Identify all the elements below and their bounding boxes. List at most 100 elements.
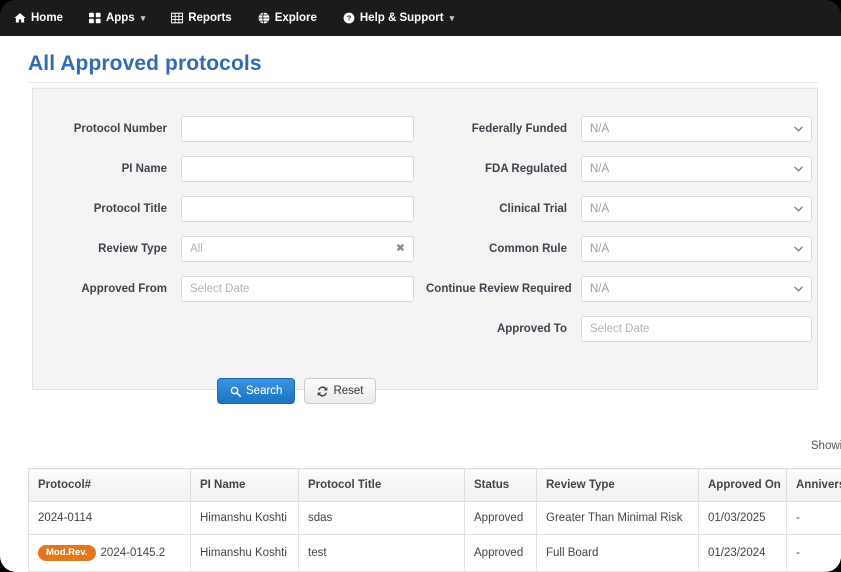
table-row[interactable]: 2024-0114 Himanshu Koshti sdas Approved … [28,500,841,536]
field-row-review-type: Review Type All ✖ [33,229,426,269]
label-clinical-trial: Clinical Trial [499,203,567,215]
table-row[interactable]: Mod.Rev. 2024-0145.2 Himanshu Koshti test… [28,534,841,572]
results-showing-row: Showing [0,440,841,452]
clinical-trial-value: N/A [590,203,610,215]
review-type-select[interactable]: All ✖ [181,236,414,262]
reset-button[interactable]: Reset [304,378,377,404]
top-navigation-bar: Home Apps ▾ Reports Explore ? Help & Sup… [0,0,841,36]
column-header-protocol[interactable]: Protocol# [28,468,191,502]
field-row-federally-funded: Federally Funded N/A [426,109,819,149]
results-table: Protocol# PI Name Protocol Title Status … [28,468,841,572]
nav-item-apps-label: Apps [105,12,135,24]
approved-to-date-input[interactable]: Select Date [581,316,812,342]
showing-count-text: Showing [810,440,841,452]
common-rule-value: N/A [590,243,610,255]
browser-window: Home Apps ▾ Reports Explore ? Help & Sup… [0,0,841,572]
column-header-approved-on[interactable]: Approved On [698,468,787,502]
nav-item-home[interactable]: Home [14,12,63,24]
field-row-pi-name: PI Name [33,149,426,189]
field-row-clinical-trial: Clinical Trial N/A [426,189,819,229]
label-fda-regulated: FDA Regulated [485,163,567,175]
continue-review-required-select[interactable]: N/A [581,276,812,302]
column-header-protocol-title[interactable]: Protocol Title [298,468,465,502]
label-pi-name: PI Name [121,163,167,175]
label-protocol-title: Protocol Title [93,203,167,215]
status-badge: Mod.Rev. [38,545,96,561]
column-header-review-type[interactable]: Review Type [536,468,699,502]
cell-review-type: Greater Than Minimal Risk [536,500,699,536]
page-content: All Approved protocols Protocol Number P… [0,36,841,572]
continue-review-required-value: N/A [590,283,610,295]
label-protocol-number: Protocol Number [73,123,167,135]
label-continue-review-required: Continue Review Required [426,283,572,295]
svg-text:?: ? [347,14,352,23]
cell-approved-on: 01/03/2025 [698,500,787,536]
form-action-buttons: Search Reset [217,378,377,404]
results-table-head: Protocol# PI Name Protocol Title Status … [28,468,841,502]
cell-review-type: Full Board [536,534,699,572]
field-row-protocol-number: Protocol Number [33,109,426,149]
cell-approved-on: 01/23/2024 [698,534,787,572]
nav-item-home-label: Home [31,12,63,24]
field-row-protocol-title: Protocol Title [33,189,426,229]
column-header-status[interactable]: Status [464,468,537,502]
approved-from-placeholder: Select Date [190,283,250,295]
chevron-down-icon [794,125,803,134]
home-icon [14,12,26,24]
title-divider [28,82,818,83]
refresh-icon [317,385,328,397]
cell-pi-name: Himanshu Koshti [190,534,299,572]
grid-icon [88,12,101,24]
label-common-rule: Common Rule [489,243,567,255]
chevron-down-icon: ▾ [449,12,455,23]
reset-button-label: Reset [333,385,364,397]
chevron-down-icon: ▾ [140,12,146,23]
cell-protocol: Mod.Rev. 2024-0145.2 [28,534,191,572]
cell-status: Approved [464,534,537,572]
label-approved-from: Approved From [81,283,167,295]
clinical-trial-select[interactable]: N/A [581,196,812,222]
nav-item-reports-label: Reports [188,12,232,24]
field-row-approved-to: Approved To Select Date [426,309,819,349]
chevron-down-icon [794,245,803,254]
nav-item-apps[interactable]: Apps ▾ [88,12,146,24]
column-header-pi-name[interactable]: PI Name [190,468,299,502]
approved-to-placeholder: Select Date [590,323,650,335]
table-header-row: Protocol# PI Name Protocol Title Status … [28,468,841,502]
filter-column-right: Federally Funded N/A FDA Regulated N/A C… [426,89,819,349]
nav-item-explore[interactable]: Explore [258,12,317,24]
nav-item-reports[interactable]: Reports [171,12,232,24]
cell-anniversary: - [786,534,841,572]
nav-item-explore-label: Explore [274,12,317,24]
protocol-number-text: 2024-0145.2 [100,546,166,559]
cell-status: Approved [464,500,537,536]
common-rule-select[interactable]: N/A [581,236,812,262]
column-header-anniversary[interactable]: Anniversary [786,468,841,502]
field-row-approved-from: Approved From Select Date [33,269,426,309]
page-title: All Approved protocols [28,52,262,75]
federally-funded-select[interactable]: N/A [581,116,812,142]
cell-anniversary: - [786,500,841,536]
review-type-value: All [190,243,203,255]
nav-item-help-support[interactable]: ? Help & Support ▾ [343,12,454,24]
cell-protocol-title: sdas [298,500,465,536]
cell-protocol-title: test [298,534,465,572]
search-button[interactable]: Search [217,378,296,404]
table-icon [171,12,184,24]
search-button-label: Search [246,385,283,397]
fda-regulated-value: N/A [590,163,610,175]
label-approved-to: Approved To [496,323,567,335]
fda-regulated-select[interactable]: N/A [581,156,812,182]
approved-from-date-input[interactable]: Select Date [181,276,414,302]
protocol-number-input[interactable] [181,116,414,142]
protocol-title-input[interactable] [181,196,414,222]
label-federally-funded: Federally Funded [471,123,567,135]
magnifier-icon [230,386,241,397]
clear-icon[interactable]: ✖ [396,243,405,255]
federally-funded-value: N/A [590,123,610,135]
pi-name-input[interactable] [181,156,414,182]
label-review-type: Review Type [98,243,167,255]
field-row-continue-review-required: Continue Review Required N/A [426,269,819,309]
cell-protocol: 2024-0114 [28,500,191,536]
chevron-down-icon [794,205,803,214]
